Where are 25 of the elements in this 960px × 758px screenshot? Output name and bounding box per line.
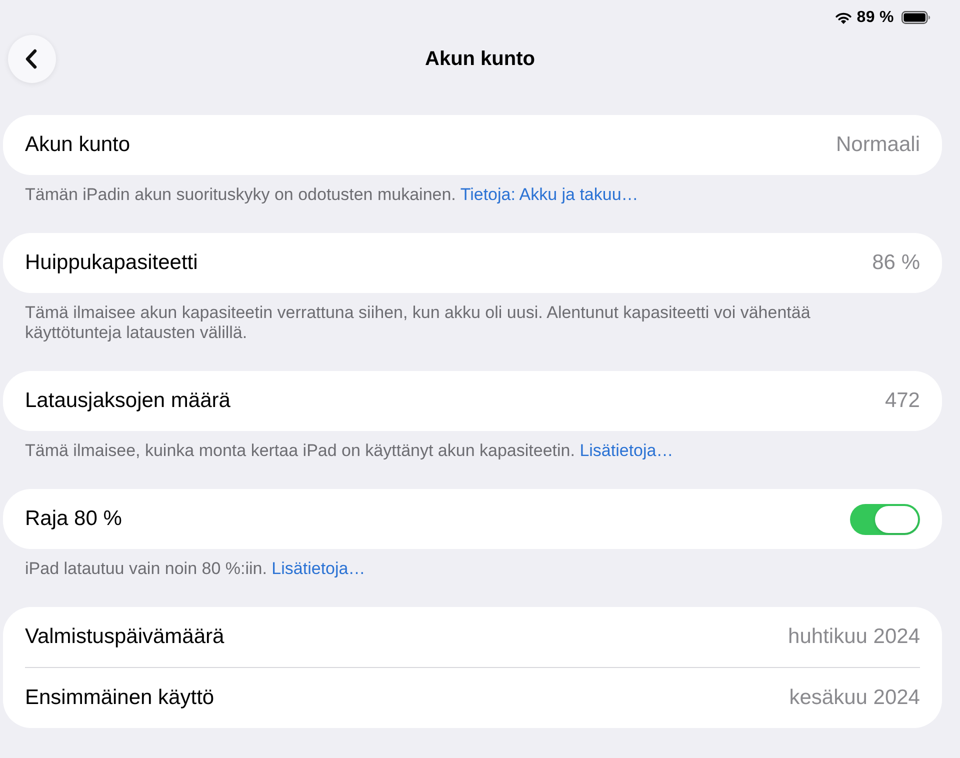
learn-more-link[interactable]: Tietoja: Akku ja takuu… bbox=[460, 185, 638, 204]
learn-more-link[interactable]: Lisätietoja… bbox=[580, 441, 674, 460]
page-title: Akun kunto bbox=[425, 48, 535, 70]
row-value: 86 % bbox=[872, 251, 920, 275]
row-value: huhtikuu 2024 bbox=[788, 625, 920, 649]
row-label: Ensimmäinen käyttö bbox=[25, 686, 214, 710]
learn-more-link[interactable]: Lisätietoja… bbox=[272, 559, 366, 578]
toggle-switch[interactable] bbox=[850, 504, 920, 534]
row-label: Latausjaksojen määrä bbox=[25, 389, 230, 413]
row-label: Akun kunto bbox=[25, 133, 130, 157]
battery-percentage: 89 % bbox=[856, 8, 894, 26]
footer-text: Tämän iPadin akun suorituskyky on odotusten mukainen. Tietoja: Akku ja takuu… bbox=[24, 184, 640, 206]
footer-text: Tämä ilmaisee akun kapasiteetin verrattuna siihen, kun akku oli uusi. Alentunut kapasiteetti voi vähentää käyttötunteja latausten välillä. bbox=[24, 302, 812, 344]
back-button[interactable] bbox=[8, 35, 56, 83]
row-value: kesäkuu 2024 bbox=[789, 686, 920, 710]
row-label: Valmistuspäivämäärä bbox=[25, 625, 224, 649]
row-label: Raja 80 % bbox=[25, 507, 122, 531]
chevron-left-icon bbox=[25, 49, 37, 69]
row-value: 472 bbox=[884, 389, 920, 413]
battery-icon bbox=[901, 11, 931, 24]
wifi-icon bbox=[834, 12, 852, 24]
footer-text: Tämä ilmaisee, kuinka monta kertaa iPad on käyttänyt akun kapasiteetin. Lisätietoja… bbox=[24, 440, 674, 462]
row-label: Huippukapasiteetti bbox=[25, 251, 198, 275]
row-value: Normaali bbox=[836, 133, 920, 157]
footer-text: iPad latautuu vain noin 80 %:iin. Lisätietoja… bbox=[24, 558, 366, 580]
